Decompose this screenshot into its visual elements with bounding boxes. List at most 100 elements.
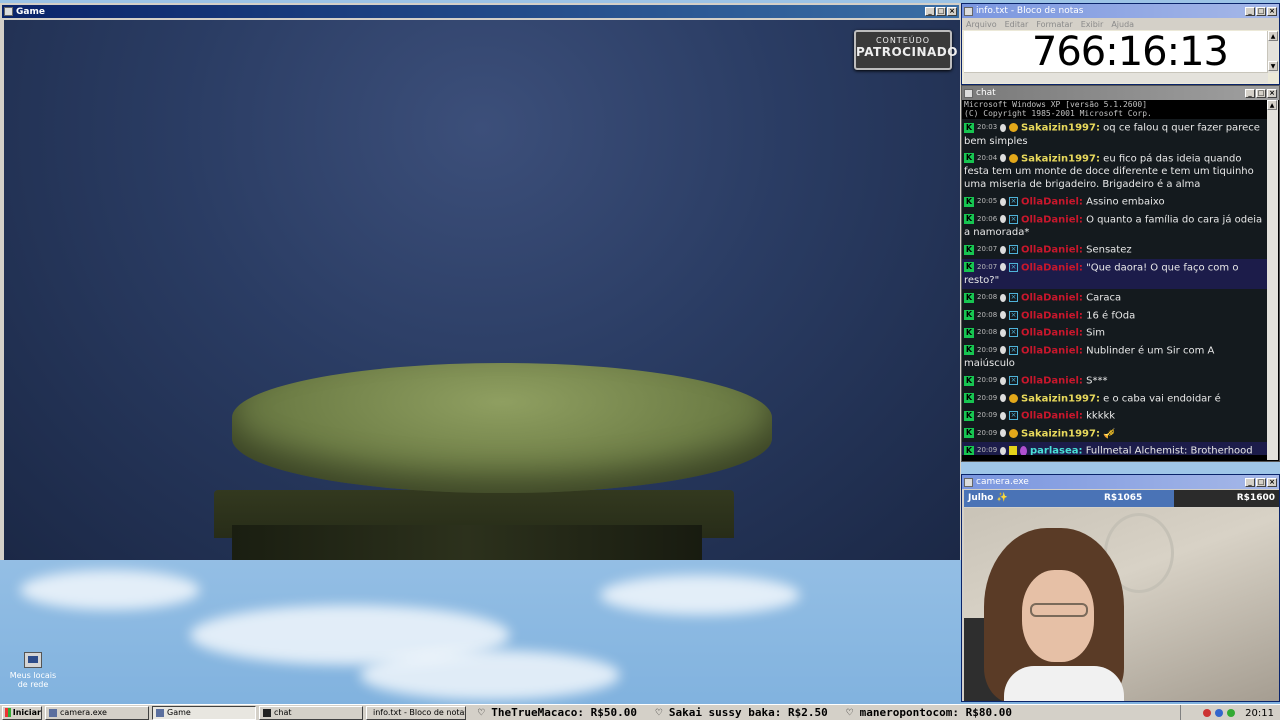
- scroll-up-arrow-icon[interactable]: ▲: [1267, 100, 1277, 110]
- chat-username[interactable]: OllaDaniel:: [1021, 245, 1083, 256]
- moderator-badge-icon: K: [964, 410, 974, 421]
- notepad-text-area[interactable]: 766:16:13: [964, 31, 1268, 73]
- menu-exibir[interactable]: Exibir: [1081, 20, 1104, 29]
- camera-icon: [964, 477, 973, 487]
- task-label: camera.exe: [60, 708, 107, 717]
- subathon-timer: 766:16:13: [1031, 29, 1229, 75]
- message-time: 20:09: [977, 446, 998, 454]
- minimize-button[interactable]: _: [1245, 88, 1255, 98]
- chat-message: K 20:09 × OllaDaniel: S***: [962, 372, 1268, 390]
- chat-titlebar[interactable]: chat _ □ ×: [962, 86, 1279, 100]
- chat-username[interactable]: parlasea:: [1030, 446, 1083, 456]
- notepad-window[interactable]: info.txt - Bloco de notas _ □ × Arquivo …: [961, 3, 1280, 85]
- chat-username[interactable]: OllaDaniel:: [1021, 197, 1083, 208]
- chat-username[interactable]: OllaDaniel:: [1021, 214, 1083, 225]
- notepad-horizontal-scrollbar[interactable]: [964, 72, 1268, 83]
- chat-username[interactable]: OllaDaniel:: [1021, 411, 1083, 422]
- moderator-badge-icon: K: [964, 196, 974, 207]
- tray-icon[interactable]: [1215, 709, 1224, 717]
- chat-username[interactable]: Sakaizin1997:: [1021, 393, 1100, 404]
- chat-text: Caraca: [1086, 292, 1122, 304]
- task-label: info.txt - Bloco de notas: [373, 708, 466, 717]
- drop-badge-icon: [1000, 293, 1006, 302]
- start-button[interactable]: Iniciar: [2, 705, 42, 720]
- game-titlebar[interactable]: Game _ □ ×: [2, 5, 959, 18]
- taskbar-item-chat[interactable]: chat: [259, 705, 363, 720]
- minimize-button[interactable]: _: [925, 7, 935, 16]
- coin-badge-icon: [1009, 153, 1018, 163]
- menu-editar[interactable]: Editar: [1005, 20, 1029, 29]
- taskbar: Iniciar camera.exe Game chat info.txt - …: [0, 704, 1280, 720]
- close-button[interactable]: ×: [1267, 477, 1277, 487]
- sub-badge-icon: ×: [1009, 197, 1018, 206]
- message-time: 20:05: [977, 197, 998, 205]
- menu-ajuda[interactable]: Ajuda: [1111, 20, 1134, 29]
- taskbar-item-notepad[interactable]: info.txt - Bloco de notas: [366, 705, 466, 720]
- moderator-badge-icon: K: [964, 327, 974, 338]
- bits-badge-icon: [1009, 446, 1017, 455]
- chat-text: Fullmetal Alchemist: Brotherhood: [1085, 445, 1253, 456]
- chat-message: K 20:09 parlasea: Fullmetal Alchemist: Bro…: [962, 442, 1268, 455]
- menu-arquivo[interactable]: Arquivo: [966, 20, 997, 29]
- chat-message: K 20:09 Sakaizin1997: 🎺: [962, 425, 1268, 443]
- chat-message-list[interactable]: K 20:03 Sakaizin1997: oq ce falou q quer f…: [962, 119, 1268, 455]
- chat-window[interactable]: chat _ □ × Microsoft Windows XP [versão …: [961, 85, 1280, 462]
- chat-message: K 20:09 × OllaDaniel: kkkkk: [962, 407, 1268, 425]
- game-viewport[interactable]: CONTEÚDO PATROCINADO: [4, 20, 960, 560]
- message-time: 20:04: [977, 153, 998, 162]
- moderator-badge-icon: K: [964, 310, 974, 320]
- chat-message: K 20:06 × OllaDaniel: O quanto a família do…: [962, 211, 1268, 242]
- moderator-badge-icon: K: [964, 345, 974, 355]
- close-button[interactable]: ×: [947, 7, 957, 16]
- notepad-title: info.txt - Bloco de notas: [976, 6, 1084, 16]
- taskbar-item-game[interactable]: Game: [152, 705, 256, 720]
- chat-username[interactable]: OllaDaniel:: [1021, 310, 1083, 321]
- camera-icon: [49, 708, 57, 717]
- chat-username[interactable]: OllaDaniel:: [1021, 376, 1083, 387]
- chat-username[interactable]: Sakaizin1997:: [1021, 123, 1100, 134]
- chat-username[interactable]: OllaDaniel:: [1021, 293, 1083, 304]
- chat-username[interactable]: Sakaizin1997:: [1021, 153, 1100, 164]
- game-window[interactable]: Game _ □ × CONTEÚDO PATROCINADO: [0, 3, 961, 560]
- chat-message: K 20:03 Sakaizin1997: oq ce falou q quer f…: [962, 119, 1268, 150]
- tray-icon[interactable]: [1203, 709, 1212, 717]
- drop-badge-icon: [1000, 429, 1006, 437]
- scroll-up-arrow-icon[interactable]: ▲: [1268, 31, 1278, 41]
- maximize-button[interactable]: □: [1256, 477, 1266, 487]
- close-button[interactable]: ×: [1267, 88, 1277, 98]
- drop-badge-icon: [1000, 263, 1006, 271]
- chat-scrollbar[interactable]: ▲: [1267, 100, 1278, 460]
- drop-badge-icon: [1000, 376, 1006, 385]
- scroll-down-arrow-icon[interactable]: ▼: [1268, 61, 1278, 71]
- sub-badge-icon: ×: [1009, 245, 1018, 254]
- chat-username[interactable]: Sakaizin1997:: [1021, 428, 1100, 439]
- chat-message: K 20:07 × OllaDaniel: "Que daora! O que faç…: [962, 258, 1268, 289]
- task-label: chat: [274, 708, 292, 717]
- chat-username[interactable]: OllaDaniel:: [1021, 328, 1083, 339]
- maximize-button[interactable]: □: [1256, 88, 1266, 98]
- close-button[interactable]: ×: [1267, 6, 1277, 16]
- maximize-button[interactable]: □: [936, 7, 946, 16]
- network-places-desktop-icon[interactable]: Meus locais de rede: [6, 652, 60, 689]
- taskbar-item-camera[interactable]: camera.exe: [45, 705, 149, 720]
- message-time: 20:09: [977, 376, 998, 384]
- sub-badge-icon: ×: [1009, 411, 1018, 420]
- taskbar-clock[interactable]: 20:11: [1245, 708, 1274, 719]
- chat-username[interactable]: OllaDaniel:: [1021, 345, 1083, 356]
- notepad-titlebar[interactable]: info.txt - Bloco de notas _ □ ×: [962, 4, 1279, 18]
- camera-window[interactable]: camera.exe _ □ × Julho ✨ R$1065 R$1600: [961, 474, 1280, 702]
- chat-message: K 20:08 × OllaDaniel: 16 é fOda: [962, 307, 1268, 325]
- tray-icon[interactable]: [1227, 709, 1236, 717]
- chat-username[interactable]: OllaDaniel:: [1021, 262, 1083, 273]
- message-time: 20:09: [977, 393, 998, 402]
- menu-formatar[interactable]: Formatar: [1036, 20, 1072, 29]
- chat-text: kkkkk: [1086, 410, 1116, 422]
- minimize-button[interactable]: _: [1245, 6, 1255, 16]
- camera-titlebar[interactable]: camera.exe _ □ ×: [962, 475, 1279, 489]
- minimize-button[interactable]: _: [1245, 477, 1255, 487]
- notepad-vertical-scrollbar[interactable]: ▲ ▼: [1267, 31, 1278, 73]
- maximize-button[interactable]: □: [1256, 6, 1266, 16]
- donation-ticker: ♡ TheTrueMacaco: R$50.00 ♡ Sakai sussy b…: [478, 705, 1178, 720]
- sponsor-line2: PATROCINADO: [856, 45, 958, 59]
- chat-text: e o caba vai endoidar é: [1103, 393, 1221, 404]
